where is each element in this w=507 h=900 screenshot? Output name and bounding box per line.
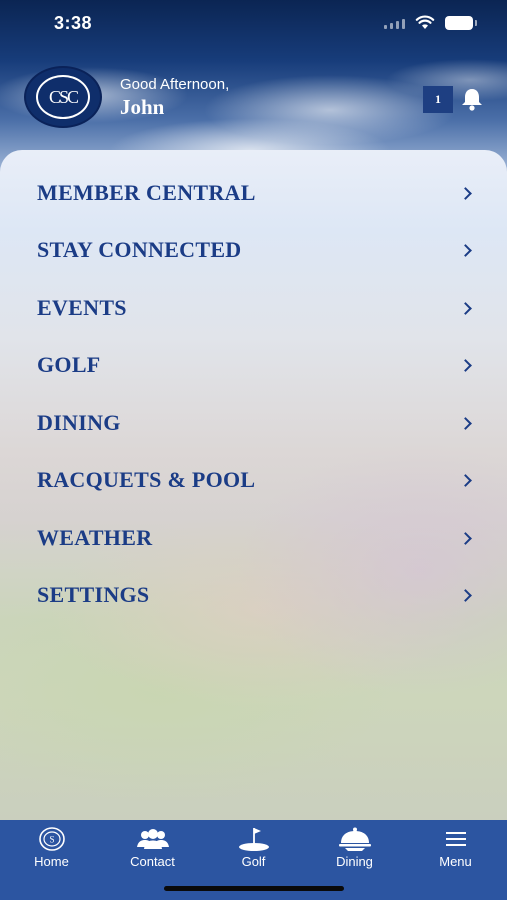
battery-icon (445, 15, 477, 30)
people-icon (133, 826, 173, 852)
notification-count-badge[interactable]: 1 (423, 86, 453, 113)
menu-item-racquets-pool[interactable]: RACQUETS & POOL (0, 455, 507, 505)
menu-item-label: RACQUETS & POOL (37, 467, 256, 492)
svg-text:S: S (49, 835, 54, 845)
club-logo[interactable]: CSC (24, 66, 102, 128)
greeting-text: Good Afternoon, (120, 76, 230, 93)
home-indicator[interactable] (164, 886, 344, 891)
chevron-right-icon (459, 186, 472, 200)
menu-item-golf[interactable]: GOLF (0, 340, 507, 390)
chevron-right-icon (459, 358, 472, 372)
chevron-right-icon (459, 473, 472, 487)
tab-label: Golf (241, 854, 266, 869)
tab-dining[interactable]: Dining (304, 820, 405, 880)
chevron-right-icon (459, 301, 472, 315)
club-logo-mark: CSC (36, 75, 90, 119)
menu-item-label: STAY CONNECTED (37, 237, 242, 262)
chevron-right-icon (459, 531, 472, 545)
menu-item-dining[interactable]: DINING (0, 398, 507, 448)
menu-item-label: MEMBER CENTRAL (37, 180, 256, 205)
menu-item-label: SETTINGS (37, 582, 150, 607)
tab-label: Home (34, 854, 69, 869)
tab-golf[interactable]: Golf (203, 820, 304, 880)
bell-icon[interactable] (458, 86, 486, 112)
cloche-icon (335, 826, 375, 852)
tab-label: Contact (130, 854, 175, 869)
status-icons (384, 15, 477, 30)
tab-home[interactable]: S Home (1, 820, 102, 880)
menu-item-label: EVENTS (37, 295, 127, 320)
wifi-icon (415, 15, 435, 29)
user-name: John (120, 95, 165, 119)
status-time: 3:38 (54, 13, 93, 33)
menu-item-stay-connected[interactable]: STAY CONNECTED (0, 225, 507, 275)
menu-item-label: GOLF (37, 352, 101, 377)
hamburger-icon (436, 826, 476, 852)
menu-item-member-central[interactable]: MEMBER CENTRAL (0, 168, 507, 218)
menu-item-events[interactable]: EVENTS (0, 283, 507, 333)
menu-item-settings[interactable]: SETTINGS (0, 570, 507, 620)
menu-item-weather[interactable]: WEATHER (0, 513, 507, 563)
tab-label: Dining (336, 854, 373, 869)
golf-flag-icon (234, 826, 274, 852)
tab-contact[interactable]: Contact (102, 820, 203, 880)
club-logo-icon: S (32, 826, 72, 852)
menu-item-label: WEATHER (37, 525, 153, 550)
chevron-right-icon (459, 416, 472, 430)
tab-label: Menu (439, 854, 472, 869)
chevron-right-icon (459, 588, 472, 602)
tab-menu[interactable]: Menu (405, 820, 506, 880)
chevron-right-icon (459, 243, 472, 257)
menu-item-label: DINING (37, 410, 121, 435)
status-bar: 3:38 (0, 0, 507, 48)
cellular-signal-icon (384, 17, 405, 29)
